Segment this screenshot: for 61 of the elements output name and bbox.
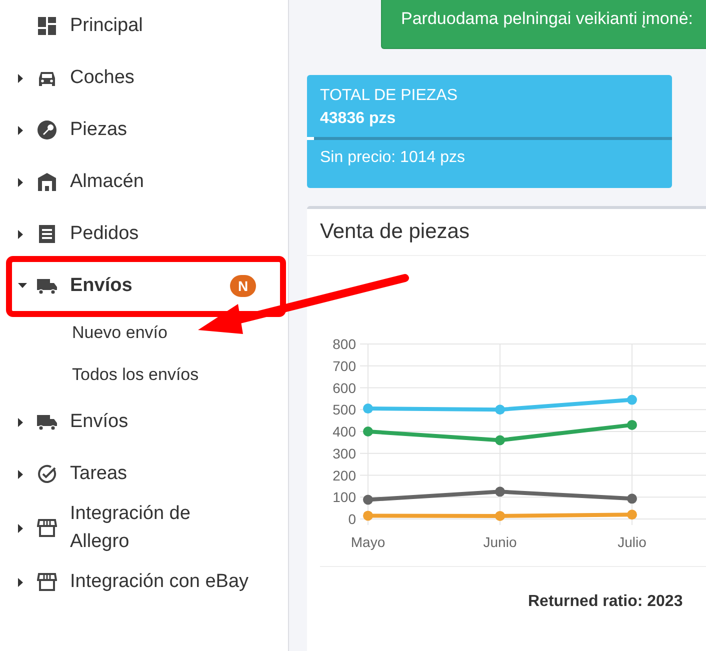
point xyxy=(495,404,505,415)
check-circle-icon xyxy=(37,464,57,484)
y-tick-label: 400 xyxy=(332,424,356,440)
new-badge: N xyxy=(230,275,256,297)
sidebar-item[interactable]: Tareas xyxy=(70,460,128,488)
sidebar-item[interactable]: Envíos xyxy=(70,272,132,300)
card-title: Venta de piezas xyxy=(307,209,706,256)
truck-icon xyxy=(37,276,57,296)
caret-right-icon[interactable] xyxy=(18,470,23,478)
caret-right-icon[interactable] xyxy=(18,126,23,134)
sidebar-item[interactable]: Piezas xyxy=(70,116,128,144)
sidebar-item[interactable]: Integración de Allegro xyxy=(70,500,250,556)
y-tick-label: 0 xyxy=(348,511,356,527)
info-box-footer: Sin precio: 1014 pzs xyxy=(307,140,672,176)
point xyxy=(495,486,505,497)
point xyxy=(363,510,373,521)
submenu-item[interactable]: Nuevo envío xyxy=(72,312,168,354)
store-icon xyxy=(37,518,57,538)
y-tick-label: 600 xyxy=(332,380,356,396)
point xyxy=(363,404,373,414)
sidebar-item[interactable]: Coches xyxy=(70,64,134,92)
sidebar-item[interactable]: Integración con eBay xyxy=(70,568,249,596)
y-tick-label: 700 xyxy=(332,358,356,374)
submenu-item[interactable]: Todos los envíos xyxy=(72,354,199,396)
dashboard-icon xyxy=(37,16,57,36)
sidebar-item[interactable]: Principal xyxy=(70,12,143,40)
sidebar-item[interactable]: Almacén xyxy=(70,168,144,196)
x-tick-label: Junio xyxy=(483,534,517,550)
x-tick-label: Julio xyxy=(618,534,646,550)
caret-right-icon[interactable] xyxy=(18,230,23,238)
banner-text: Parduodama pelningai veikianti įmonė: xyxy=(401,9,694,28)
y-tick-label: 500 xyxy=(332,402,356,418)
caret-right-icon[interactable] xyxy=(18,178,23,186)
caret-right-icon[interactable] xyxy=(18,74,23,82)
point xyxy=(627,394,637,405)
y-tick-label: 200 xyxy=(332,467,356,484)
store-icon xyxy=(37,572,57,592)
point xyxy=(627,510,637,520)
point xyxy=(495,435,505,446)
y-tick-label: 100 xyxy=(332,489,356,506)
info-box-value: 43836 pzs xyxy=(319,109,397,129)
caret-down-icon[interactable] xyxy=(18,283,27,289)
caret-right-icon[interactable] xyxy=(18,578,23,586)
returned-ratio-label: Returned ratio: 2023 xyxy=(527,592,684,611)
sidebar-item[interactable]: Pedidos xyxy=(70,220,139,248)
point xyxy=(495,510,505,521)
point xyxy=(627,420,637,430)
sidebar-item[interactable]: Envíos xyxy=(70,408,128,436)
info-box-title: TOTAL DE PIEZAS xyxy=(319,86,459,106)
caret-right-icon[interactable] xyxy=(18,524,23,532)
caret-right-icon[interactable] xyxy=(18,418,23,426)
warehouse-icon xyxy=(37,172,57,192)
wrench-icon xyxy=(37,120,57,140)
y-tick-label: 800 xyxy=(332,336,356,352)
point xyxy=(627,494,637,504)
y-tick-label: 300 xyxy=(332,445,356,462)
document-icon xyxy=(37,224,57,244)
point xyxy=(363,426,373,436)
x-tick-label: Mayo xyxy=(350,534,386,550)
point xyxy=(363,494,373,505)
truck-icon xyxy=(37,412,57,432)
